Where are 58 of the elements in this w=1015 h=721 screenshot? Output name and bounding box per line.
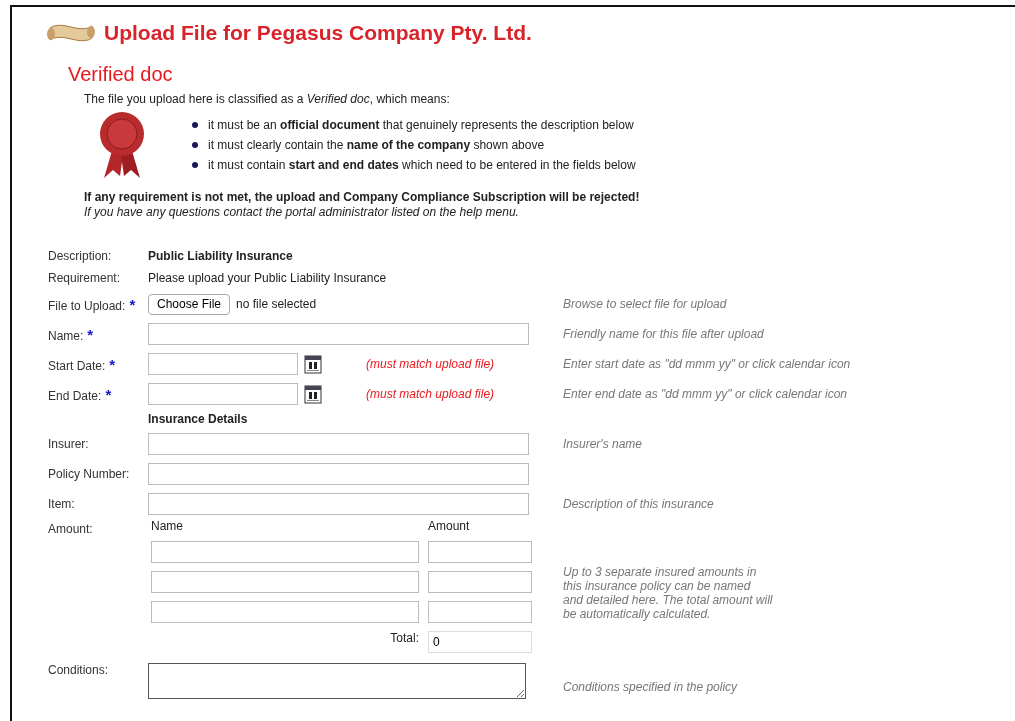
field-hint: Conditions specified in the policy <box>563 680 739 694</box>
field-label: Amount: <box>48 522 94 536</box>
field-hint: Up to 3 separate insured amounts in this insurance policy can be named and detailed here. The total amount will be automatically calculated. <box>563 565 773 621</box>
intro-text: The file you upload here is classified as a Verified doc, which means: <box>84 92 451 106</box>
warning-text: If any requirement is not met, the upload and Company Compliance Subscription will be rejected! <box>84 190 641 204</box>
text-field[interactable] <box>148 323 529 345</box>
field-label: Name: * <box>48 325 95 343</box>
text-field[interactable] <box>148 433 529 455</box>
total-field[interactable]: 0 <box>428 631 532 653</box>
match-note: (must match upload file) <box>366 357 495 371</box>
date-field[interactable] <box>148 383 298 405</box>
field-label: Policy Number: <box>48 467 131 481</box>
amount-field[interactable] <box>428 601 532 623</box>
field-label: Conditions: <box>48 663 110 677</box>
text-field[interactable] <box>148 493 529 515</box>
requirement-text: it must contain start and end dates which need to be entered in the fields below <box>208 158 636 172</box>
detail-label: Description: <box>48 249 113 263</box>
bullet-icon <box>192 162 198 168</box>
field-hint: Description of this insurance <box>563 497 715 511</box>
field-hint: Browse to select file for upload <box>563 297 728 311</box>
section-heading: Insurance Details <box>148 411 249 428</box>
detail-value: Public Liability Insurance <box>148 249 293 263</box>
choose-file-button[interactable]: Choose File <box>148 293 231 315</box>
amount-name-field[interactable] <box>151 601 419 623</box>
field-label: Insurer: <box>48 437 90 451</box>
match-note: (must match upload file) <box>366 387 495 401</box>
section-title: Verified doc <box>68 63 174 86</box>
field-hint: Enter start date as "dd mmm yy" or click calendar icon <box>563 357 852 371</box>
detail-label: Requirement: <box>48 271 122 285</box>
bullet-icon <box>192 142 198 148</box>
text-field[interactable] <box>148 463 529 485</box>
field-label: File to Upload: * <box>48 295 137 313</box>
column-header: Name <box>151 519 184 533</box>
detail-value: Please upload your Public Liability Insurance <box>148 271 387 285</box>
field-label: Start Date: * <box>48 355 117 373</box>
total-label: Total: <box>389 631 419 647</box>
amount-field[interactable] <box>428 571 532 593</box>
field-label: End Date: * <box>48 385 113 403</box>
conditions-field[interactable] <box>148 663 526 699</box>
help-text: If you have any questions contact the portal administrator listed on the help menu. <box>84 205 520 219</box>
field-label: Item: <box>48 497 76 511</box>
field-hint: Friendly name for this file after upload <box>563 327 765 341</box>
page-title: Upload File for Pegasus Company Pty. Ltd. <box>104 21 532 45</box>
requirement-text: it must clearly contain the name of the company shown above <box>208 138 545 152</box>
scroll-icon <box>46 22 96 44</box>
requirement-text: it must be an official document that genuinely represents the description below <box>208 118 634 132</box>
file-status: no file selected <box>236 297 317 311</box>
date-field[interactable] <box>148 353 298 375</box>
column-header: Amount <box>428 519 471 533</box>
amount-name-field[interactable] <box>151 541 419 563</box>
wax-seal-icon <box>98 110 146 180</box>
field-hint: Enter end date as "dd mmm yy" or click calendar icon <box>563 387 848 401</box>
amount-name-field[interactable] <box>151 571 419 593</box>
calendar-icon[interactable] <box>304 384 322 404</box>
amount-field[interactable] <box>428 541 532 563</box>
calendar-icon[interactable] <box>304 354 322 374</box>
bullet-icon <box>192 122 198 128</box>
field-hint: Insurer's name <box>563 437 643 451</box>
